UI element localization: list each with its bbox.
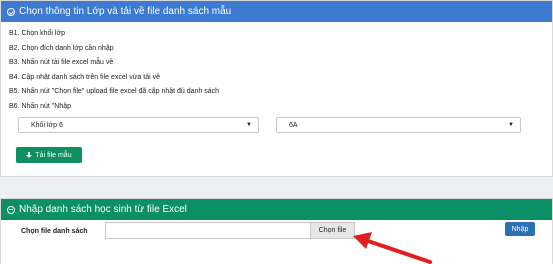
arrow-shaft	[366, 239, 432, 264]
red-arrow-annotation	[353, 232, 432, 264]
